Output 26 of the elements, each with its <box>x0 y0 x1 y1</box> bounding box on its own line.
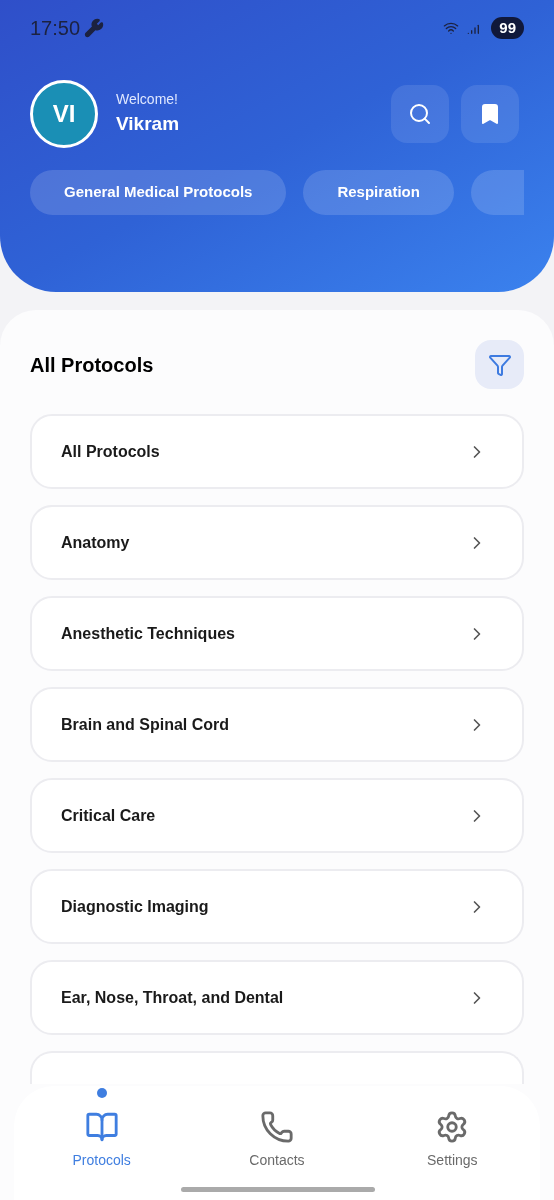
wrench-icon <box>84 17 105 38</box>
protocol-item[interactable]: Brain and Spinal Cord <box>30 687 524 762</box>
nav-tab[interactable]: Contacts <box>222 1086 332 1171</box>
battery-badge: 99 <box>491 16 524 39</box>
bookmark-button[interactable] <box>461 85 519 143</box>
greeting: Welcome! <box>116 90 179 110</box>
filter-button[interactable] <box>475 340 524 389</box>
section-title: All Protocols <box>30 352 154 378</box>
protocol-item[interactable]: Anesthetic Techniques <box>30 596 524 671</box>
avatar: VI <box>30 80 98 148</box>
book-icon <box>84 1110 119 1144</box>
nav-tab[interactable]: Protocols <box>46 1086 157 1171</box>
status-time: 17:50 <box>30 15 81 41</box>
protocol-item[interactable]: Ear, Nose, Throat, and Dental <box>30 960 524 1035</box>
nav-tab[interactable]: Settings <box>397 1086 508 1171</box>
protocol-item[interactable]: Anatomy <box>30 505 524 580</box>
protocol-item[interactable]: All Protocols <box>30 414 524 489</box>
protocol-item[interactable]: Diagnostic Imaging <box>30 869 524 944</box>
protocol-item[interactable]: Critical Care <box>30 778 524 853</box>
category-chip[interactable]: General Medical Protocols <box>30 170 287 215</box>
search-icon <box>408 102 432 126</box>
filter-icon <box>487 352 512 377</box>
search-button[interactable] <box>391 85 449 143</box>
user-name: Vikram <box>116 112 180 137</box>
category-chip[interactable]: Respiration <box>303 170 454 215</box>
phone-icon <box>260 1110 294 1144</box>
